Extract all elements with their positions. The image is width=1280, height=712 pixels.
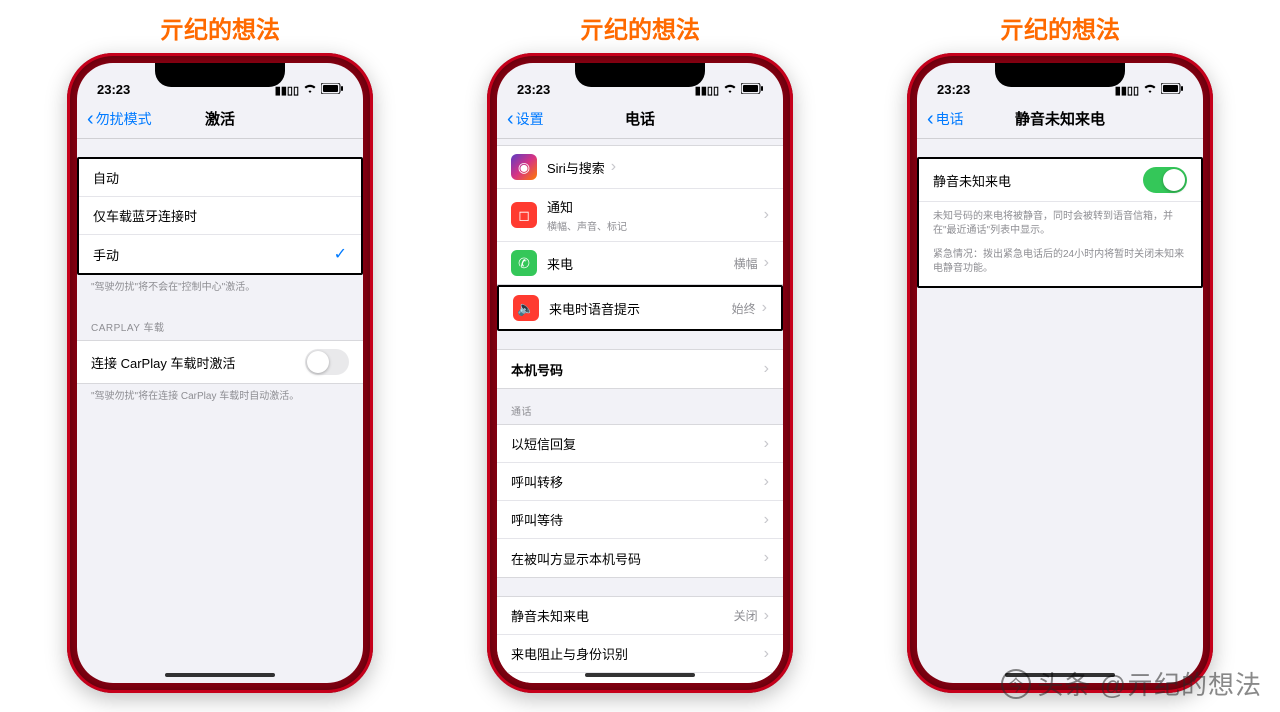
page-title: 激活 — [205, 108, 235, 129]
status-time: 23:23 — [517, 82, 550, 97]
chevron-right-icon: › — [764, 549, 769, 567]
row-call-waiting[interactable]: 呼叫等待 › — [497, 501, 783, 539]
watermark: 今 头条 @亓纪的想法 — [1001, 665, 1262, 702]
signal-icon: ▮▮▯▯ — [275, 84, 299, 97]
chevron-right-icon: › — [764, 645, 769, 663]
chevron-right-icon: › — [764, 511, 769, 529]
page-title: 电话 — [625, 108, 655, 129]
option-manual[interactable]: 手动 ✓ — [79, 235, 361, 273]
chevron-left-icon: ‹ — [87, 109, 94, 129]
status-icons: ▮▮▯▯ — [695, 83, 763, 97]
battery-icon — [321, 83, 343, 97]
row-call-blocking-id[interactable]: 来电阻止与身份识别 › — [497, 635, 783, 673]
chevron-right-icon: › — [764, 683, 769, 684]
notch — [155, 63, 285, 87]
back-label: 设置 — [516, 109, 544, 129]
chevron-right-icon: › — [762, 299, 767, 317]
carplay-header: CARPLAY 车载 — [77, 305, 363, 340]
home-indicator[interactable] — [1005, 673, 1115, 677]
notch — [995, 63, 1125, 87]
note-1: "驾驶勿扰"将不会在"控制中心"激活。 — [77, 275, 363, 305]
row-siri-search[interactable]: ◉ Siri与搜索 › — [497, 146, 783, 189]
signal-icon: ▮▮▯▯ — [1115, 84, 1139, 97]
chevron-right-icon: › — [764, 360, 769, 378]
chevron-right-icon: › — [611, 158, 616, 176]
status-time: 23:23 — [97, 82, 130, 97]
phone-frame-3: 23:23 ▮▮▯▯ ‹ 电话 — [907, 53, 1213, 693]
chevron-right-icon: › — [764, 206, 769, 224]
back-label: 勿扰模式 — [96, 109, 152, 129]
back-label: 电话 — [936, 109, 964, 129]
chevron-right-icon: › — [764, 435, 769, 453]
chevron-right-icon: › — [764, 254, 769, 272]
siri-icon: ◉ — [511, 154, 537, 180]
signal-icon: ▮▮▯▯ — [695, 84, 719, 97]
row-notifications[interactable]: ◻ 通知 横幅、声音、标记 › — [497, 189, 783, 242]
status-icons: ▮▮▯▯ — [275, 83, 343, 97]
notch — [575, 63, 705, 87]
row-incoming-calls[interactable]: ✆ 来电 横幅 › — [497, 242, 783, 284]
note-2: "驾驶勿扰"将在连接 CarPlay 车载时自动激活。 — [77, 384, 363, 414]
page-title: 静音未知来电 — [1015, 108, 1105, 129]
home-indicator[interactable] — [585, 673, 695, 677]
option-auto[interactable]: 自动 — [79, 159, 361, 197]
nav-bar: ‹ 设置 电话 — [497, 99, 783, 139]
caption-1: 亓纪的想法 — [160, 10, 280, 45]
checkmark-icon: ✓ — [334, 244, 347, 264]
row-respond-with-text[interactable]: 以短信回复 › — [497, 425, 783, 463]
row-announce-calls[interactable]: 🔈 来电时语音提示 始终 › — [499, 287, 781, 329]
phone-frame-1: 23:23 ▮▮▯▯ ‹ 勿扰模式 — [67, 53, 373, 693]
row-silence-unknown[interactable]: 静音未知来电 关闭 › — [497, 597, 783, 635]
announce-icon: 🔈 — [513, 295, 539, 321]
caption-3: 亓纪的想法 — [1000, 10, 1120, 45]
battery-icon — [1161, 83, 1183, 97]
silence-unknown-toggle[interactable] — [1143, 167, 1187, 193]
chevron-right-icon: › — [764, 607, 769, 625]
back-button[interactable]: ‹ 设置 — [507, 99, 544, 138]
wifi-icon — [723, 84, 737, 97]
status-time: 23:23 — [937, 82, 970, 97]
option-bluetooth[interactable]: 仅车载蓝牙连接时 — [79, 197, 361, 235]
nav-bar: ‹ 电话 静音未知来电 — [917, 99, 1203, 139]
phone-icon: ✆ — [511, 250, 537, 276]
chevron-right-icon: › — [764, 473, 769, 491]
silence-unknown-group: 静音未知来电 未知号码的来电将被静音，同时会被转到语音信箱，并在"最近通话"列表… — [917, 157, 1203, 288]
row-call-forwarding[interactable]: 呼叫转移 › — [497, 463, 783, 501]
back-button[interactable]: ‹ 电话 — [927, 99, 964, 138]
battery-icon — [741, 83, 763, 97]
wifi-icon — [303, 84, 317, 97]
calls-header: 通话 — [497, 389, 783, 424]
chevron-left-icon: ‹ — [927, 109, 934, 129]
silence-note-a: 未知号码的来电将被静音，同时会被转到语音信箱，并在"最近通话"列表中显示。 — [919, 202, 1201, 248]
row-my-number[interactable]: 本机号码 › — [497, 350, 783, 388]
silence-note-b: 紧急情况：拨出紧急电话后的24小时内将暂时关闭未知来电静音功能。 — [919, 248, 1201, 286]
chevron-left-icon: ‹ — [507, 109, 514, 129]
carplay-toggle[interactable] — [305, 349, 349, 375]
phone-frame-2: 23:23 ▮▮▯▯ ‹ 设置 — [487, 53, 793, 693]
caption-2: 亓纪的想法 — [580, 10, 700, 45]
back-button[interactable]: ‹ 勿扰模式 — [87, 99, 152, 138]
row-show-my-caller-id[interactable]: 在被叫方显示本机号码 › — [497, 539, 783, 577]
status-icons: ▮▮▯▯ — [1115, 83, 1183, 97]
silence-unknown-toggle-row[interactable]: 静音未知来电 — [919, 159, 1201, 202]
home-indicator[interactable] — [165, 673, 275, 677]
carplay-toggle-row[interactable]: 连接 CarPlay 车载时激活 — [77, 341, 363, 383]
nav-bar: ‹ 勿扰模式 激活 — [77, 99, 363, 139]
wifi-icon — [1143, 84, 1157, 97]
bell-icon: ◻ — [511, 202, 537, 228]
activate-options: 自动 仅车载蓝牙连接时 手动 ✓ — [77, 157, 363, 275]
